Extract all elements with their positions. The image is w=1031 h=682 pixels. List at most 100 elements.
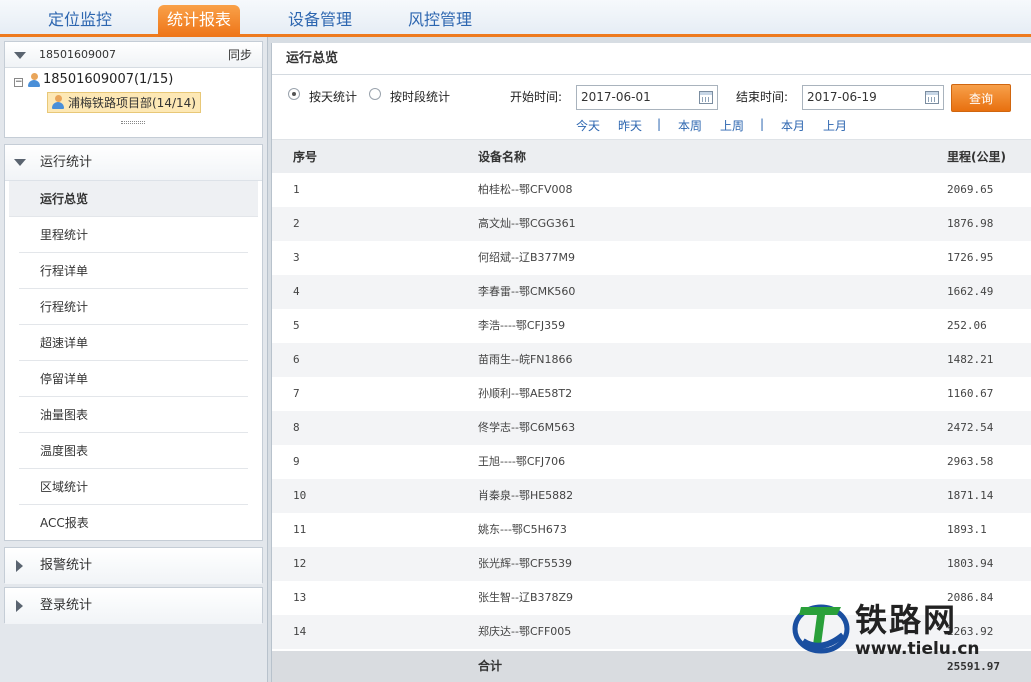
link-last-week[interactable]: 上周 xyxy=(720,117,744,134)
menu-item-trip-stats[interactable]: 行程统计 xyxy=(19,289,248,325)
table-row[interactable]: 3 何绍斌--辽B377M9 1726.95 xyxy=(272,241,1031,275)
sync-button[interactable]: 同步 xyxy=(228,42,252,68)
menu-item-trip-detail[interactable]: 行程详单 xyxy=(19,253,248,289)
menu-item-area-stats[interactable]: 区域统计 xyxy=(19,469,248,505)
link-this-month[interactable]: 本月 xyxy=(781,117,805,134)
row-device: 孙顺利--鄂AE58T2 xyxy=(478,387,573,400)
alarm-stats-header[interactable]: 报警统计 xyxy=(5,548,262,584)
tree-root-node[interactable]: 18501609007(1/15) xyxy=(27,72,173,87)
row-device: 肖秦泉--鄂HE5882 xyxy=(478,489,574,502)
calendar-icon[interactable] xyxy=(925,91,939,104)
end-date-input[interactable]: 2017-06-19 xyxy=(802,85,944,110)
radio-daily-label: 按天统计 xyxy=(309,90,358,104)
menu-item-stop-detail[interactable]: 停留详单 xyxy=(19,361,248,397)
collapse-arrow-icon[interactable] xyxy=(14,52,26,59)
row-index: 14 xyxy=(293,625,307,638)
tielu-logo-icon xyxy=(792,604,850,654)
table-row[interactable]: 1 柏桂松--鄂CFV008 2069.65 xyxy=(272,173,1031,207)
tree-root-label: 18501609007(1/15) xyxy=(43,72,174,87)
table-header: 序号 设备名称 里程(公里) xyxy=(272,139,1031,173)
radio-daily[interactable] xyxy=(288,88,300,100)
row-index: 1 xyxy=(293,183,300,196)
row-index: 2 xyxy=(293,217,300,230)
link-this-week[interactable]: 本周 xyxy=(678,117,702,134)
expand-arrow-icon[interactable] xyxy=(16,600,23,612)
watermark-url: www.tielu.cn xyxy=(855,639,980,659)
row-mileage: 2963.58 xyxy=(947,455,994,468)
login-statistics-section: 登录统计 xyxy=(4,587,263,624)
link-last-month[interactable]: 上月 xyxy=(823,117,847,134)
header-index[interactable]: 序号 xyxy=(293,140,317,174)
table-row[interactable]: 8 佟学志--鄂C6M563 2472.54 xyxy=(272,411,1031,445)
tree-child-node[interactable]: 浦梅铁路项目部(14/14) xyxy=(47,92,201,113)
table-row[interactable]: 2 高文灿--鄂CGG361 1876.98 xyxy=(272,207,1031,241)
expand-arrow-icon[interactable] xyxy=(16,560,23,572)
radio-period-label: 按时段统计 xyxy=(390,90,451,104)
watermark-text: 铁路网 xyxy=(855,601,958,639)
tree-expand-icon[interactable]: − xyxy=(14,78,23,87)
table-row[interactable]: 6 苗雨生--皖FN1866 1482.21 xyxy=(272,343,1031,377)
row-device: 何绍斌--辽B377M9 xyxy=(478,251,575,264)
radio-period[interactable] xyxy=(369,88,381,100)
row-index: 4 xyxy=(293,285,300,298)
row-index: 5 xyxy=(293,319,300,332)
row-device: 佟学志--鄂C6M563 xyxy=(478,421,576,434)
menu-item-temperature-chart[interactable]: 温度图表 xyxy=(19,433,248,469)
alarm-stats-title: 报警统计 xyxy=(40,558,93,573)
row-mileage: 1893.1 xyxy=(947,523,987,536)
row-index: 9 xyxy=(293,455,300,468)
menu-item-speeding-detail[interactable]: 超速详单 xyxy=(19,325,248,361)
resize-grip-icon[interactable] xyxy=(121,121,145,124)
menu-item-mileage-stats[interactable]: 里程统计 xyxy=(19,217,248,253)
login-stats-header[interactable]: 登录统计 xyxy=(5,588,262,624)
data-table-body: 1 柏桂松--鄂CFV008 2069.65 2 高文灿--鄂CGG361 1876.9… xyxy=(272,173,1031,649)
table-row[interactable]: 5 李浩----鄂CFJ359 252.06 xyxy=(272,309,1031,343)
table-row[interactable]: 4 李春雷--鄂CMK560 1662.49 xyxy=(272,275,1031,309)
collapse-arrow-icon[interactable] xyxy=(14,159,26,166)
row-mileage: 1871.14 xyxy=(947,489,994,502)
row-device: 张光辉--鄂CF5539 xyxy=(478,557,572,570)
row-mileage: 252.06 xyxy=(947,319,987,332)
table-row[interactable]: 11 姚东---鄂C5H673 1893.1 xyxy=(272,513,1031,547)
left-panel: 18501609007 同步 − 18501609007(1/15) 浦梅铁路项… xyxy=(0,37,268,682)
row-mileage: 2069.65 xyxy=(947,183,994,196)
top-navigation: 定位监控 统计报表 设备管理 风控管理 xyxy=(0,0,1031,37)
link-separator: | xyxy=(760,117,765,131)
menu-section-title: 运行统计 xyxy=(40,155,93,170)
tab-location-monitor[interactable]: 定位监控 xyxy=(30,5,130,37)
calendar-icon[interactable] xyxy=(699,91,713,104)
row-index: 10 xyxy=(293,489,307,502)
main-content: 运行总览 按天统计 按时段统计 开始时间: 2017-06-01 结束时间: 2… xyxy=(271,43,1031,682)
end-date-value: 2017-06-19 xyxy=(807,90,877,104)
tab-statistics-report[interactable]: 统计报表 xyxy=(158,5,240,37)
user-tree-header[interactable]: 18501609007 同步 xyxy=(5,42,262,68)
tab-device-management[interactable]: 设备管理 xyxy=(270,5,370,37)
row-device: 姚东---鄂C5H673 xyxy=(478,523,567,536)
start-date-input[interactable]: 2017-06-01 xyxy=(576,85,718,110)
tree-child-label: 浦梅铁路项目部(14/14) xyxy=(68,96,196,110)
account-number: 18501609007 xyxy=(39,48,116,61)
table-row[interactable]: 12 张光辉--鄂CF5539 1803.94 xyxy=(272,547,1031,581)
table-row[interactable]: 9 王旭----鄂CFJ706 2963.58 xyxy=(272,445,1031,479)
header-mileage[interactable]: 里程(公里) xyxy=(947,140,1006,174)
end-time-label: 结束时间: xyxy=(736,90,789,104)
menu-item-run-overview[interactable]: 运行总览 xyxy=(9,181,258,217)
row-device: 柏桂松--鄂CFV008 xyxy=(478,183,573,196)
row-index: 6 xyxy=(293,353,300,366)
table-row[interactable]: 10 肖秦泉--鄂HE5882 1871.14 xyxy=(272,479,1031,513)
table-row[interactable]: 7 孙顺利--鄂AE58T2 1160.67 xyxy=(272,377,1031,411)
header-device-name[interactable]: 设备名称 xyxy=(478,140,526,174)
row-mileage: 1160.67 xyxy=(947,387,994,400)
menu-item-fuel-chart[interactable]: 油量图表 xyxy=(19,397,248,433)
user-icon xyxy=(27,73,41,87)
user-tree-box: 18501609007 同步 − 18501609007(1/15) 浦梅铁路项… xyxy=(4,41,263,138)
tab-risk-management[interactable]: 风控管理 xyxy=(390,5,490,37)
menu-section-header[interactable]: 运行统计 xyxy=(5,145,262,181)
link-yesterday[interactable]: 昨天 xyxy=(618,117,642,134)
row-mileage: 1876.98 xyxy=(947,217,994,230)
row-mileage: 1803.94 xyxy=(947,557,994,570)
menu-item-acc-report[interactable]: ACC报表 xyxy=(19,505,248,541)
query-button[interactable]: 查询 xyxy=(951,84,1011,112)
link-today[interactable]: 今天 xyxy=(576,117,600,134)
row-device: 苗雨生--皖FN1866 xyxy=(478,353,573,366)
